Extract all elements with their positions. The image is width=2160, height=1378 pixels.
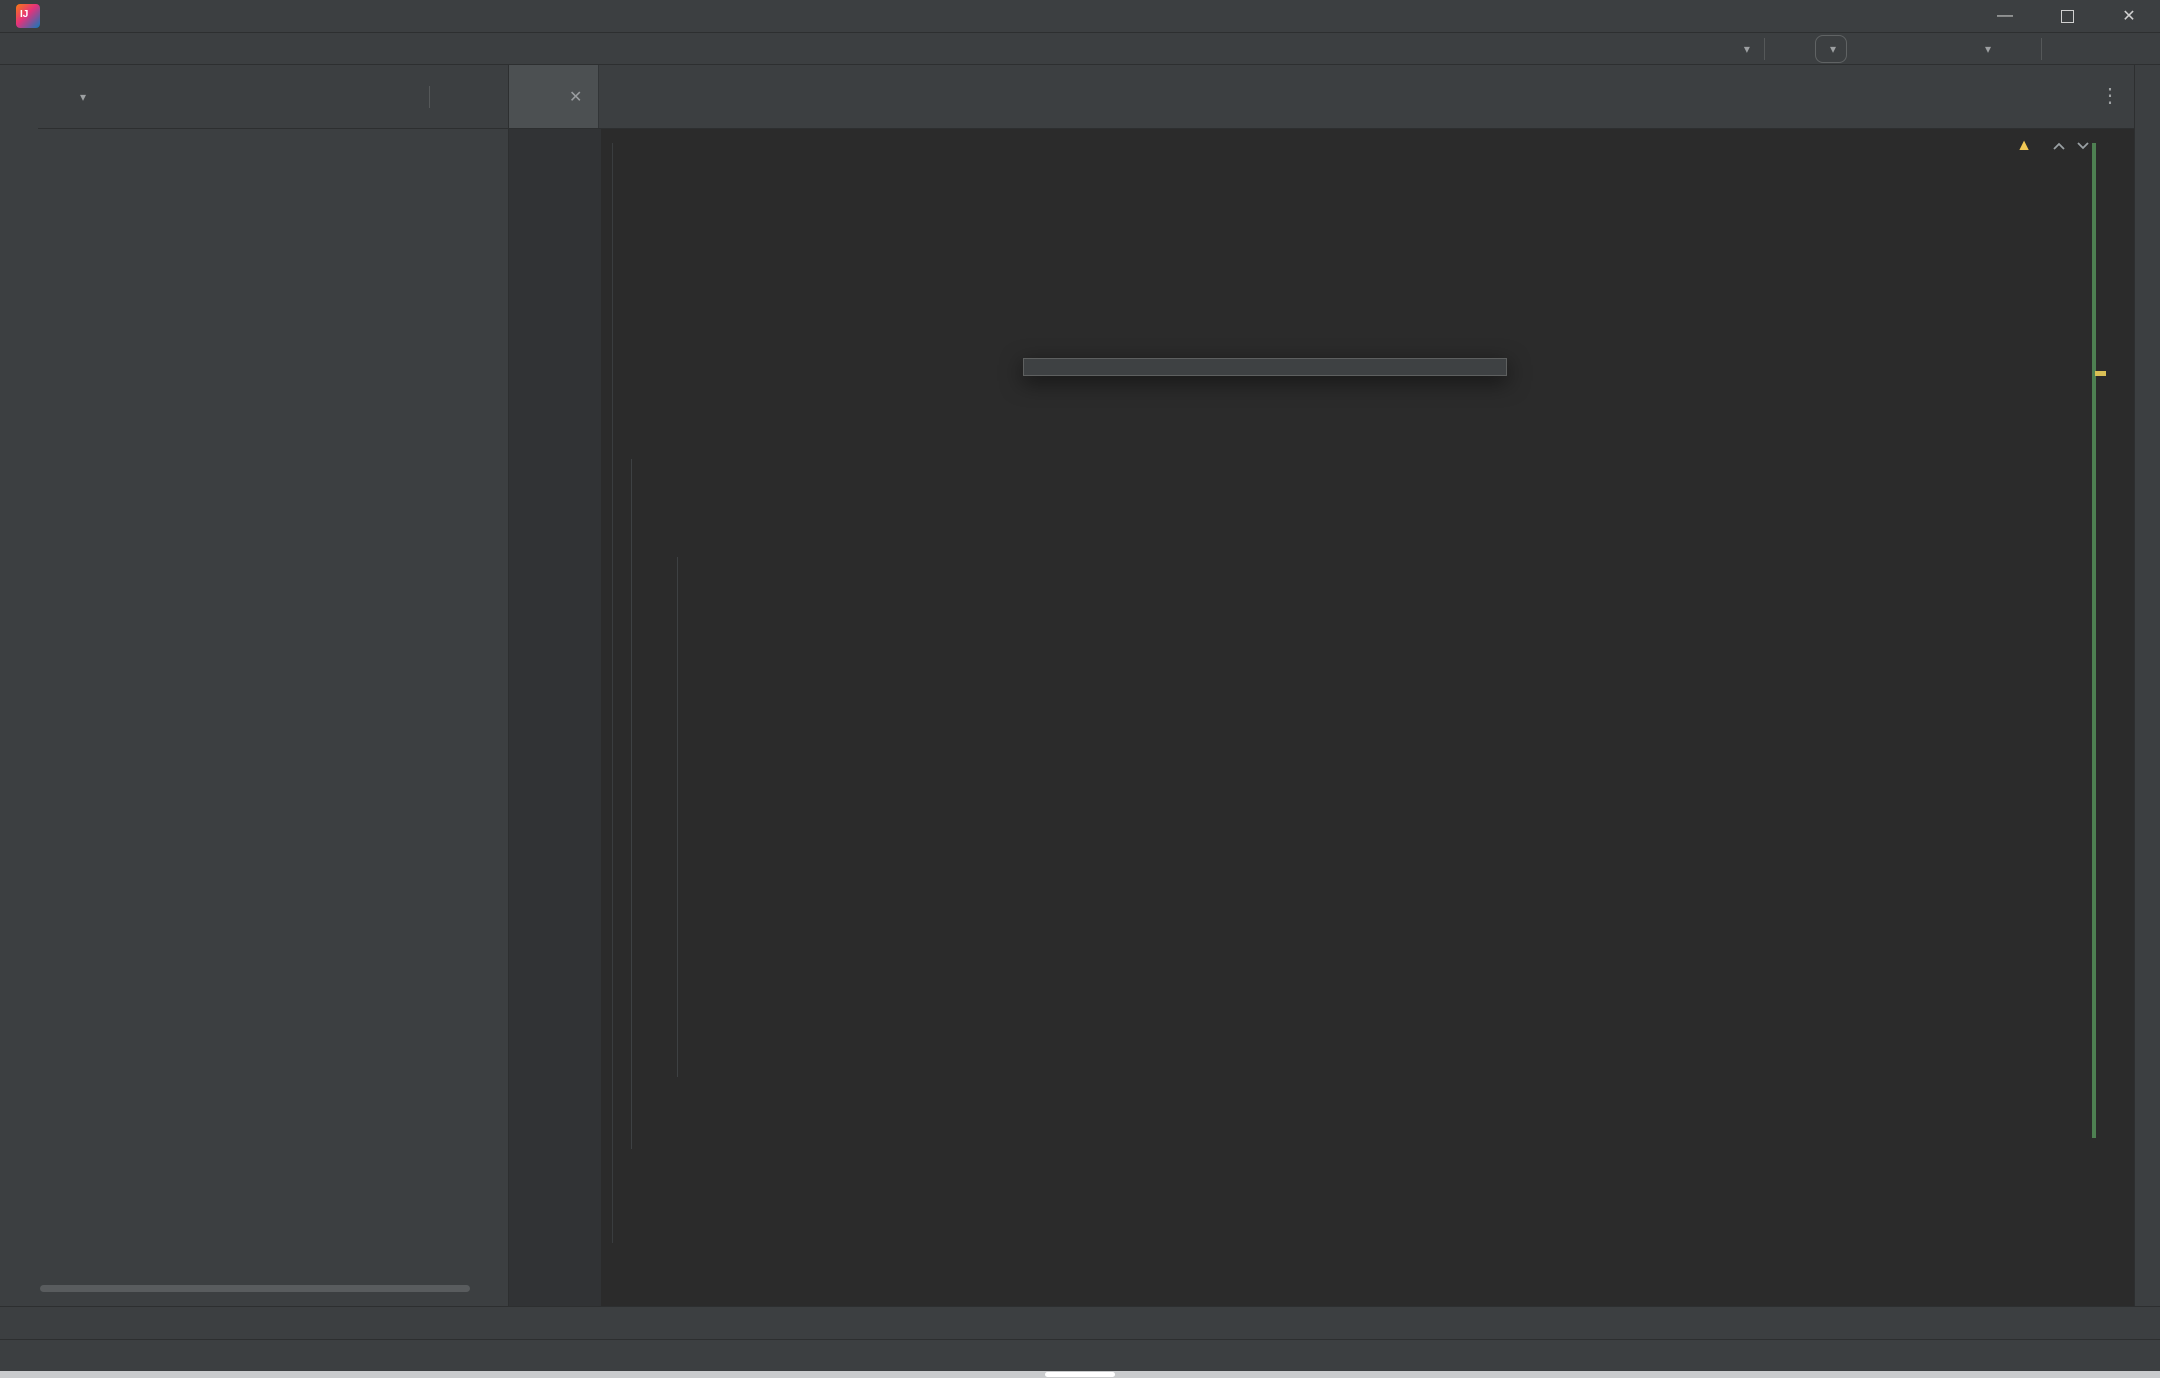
warning-stripe-mark <box>2095 371 2106 376</box>
window-controls: — ✕ <box>1974 0 2160 32</box>
project-panel-title[interactable]: ▾ <box>52 88 86 106</box>
navigation-bar: ▾ ▾ ▾ <box>0 33 2160 65</box>
maximize-button[interactable] <box>2036 0 2098 32</box>
chevron-up-icon[interactable] <box>2052 141 2066 151</box>
intellij-logo-icon <box>16 4 40 28</box>
context-menu <box>1023 358 1507 376</box>
editor-options-icon[interactable]: ⋮ <box>2100 83 2120 108</box>
project-panel-header: ▾ <box>38 65 508 129</box>
vcs-change-stripe <box>2092 143 2096 1138</box>
left-tool-strip <box>0 65 39 1306</box>
ide-window: — ✕ ▾ ▾ ▾ <box>0 0 2160 1378</box>
code-editor[interactable] <box>509 129 2134 1306</box>
coverage-run-button[interactable]: ▾ <box>1969 38 1991 60</box>
run-button[interactable] <box>1861 38 1883 60</box>
locate-file-button[interactable] <box>324 87 343 106</box>
notifications-icon[interactable] <box>2139 75 2157 93</box>
horizontal-scrollbar[interactable] <box>40 1285 470 1292</box>
maven-icon <box>2139 209 2157 227</box>
close-button[interactable]: ✕ <box>2098 0 2160 32</box>
folder-toolwindow-icon[interactable] <box>10 227 28 245</box>
indent-guide-line <box>677 557 678 1077</box>
expand-all-button[interactable] <box>359 87 378 106</box>
project-toolwindow-icon[interactable] <box>10 77 28 95</box>
bottom-tool-bar <box>0 1306 2160 1338</box>
debug-button[interactable] <box>1897 38 1919 60</box>
fold-guide-line <box>612 143 613 1243</box>
project-tree <box>38 129 508 1229</box>
editor-gutter <box>509 129 601 1306</box>
chevron-down-icon[interactable] <box>2076 141 2090 151</box>
chevron-down-icon: ▾ <box>1830 42 1836 56</box>
layout-icon[interactable] <box>10 1347 28 1365</box>
toolbar-separator <box>1764 38 1765 60</box>
more-toolwindows-icon[interactable] <box>10 970 28 988</box>
warning-icon: ▲ <box>2016 137 2032 155</box>
chevron-down-icon: ▾ <box>80 90 86 104</box>
toolbar-separator <box>429 86 430 108</box>
close-tab-icon[interactable]: ✕ <box>569 87 582 107</box>
class-icon <box>525 87 545 107</box>
status-bar <box>0 1339 2160 1371</box>
indent-guide-line <box>631 459 632 1149</box>
title-bar: — ✕ <box>0 0 2160 33</box>
run-toolbar: ▾ ▾ ▾ <box>1728 33 2150 64</box>
editor-tab[interactable]: ✕ <box>509 65 599 128</box>
right-tool-strip <box>2134 65 2160 1306</box>
project-panel: ▾ <box>38 65 509 1306</box>
search-everywhere-button[interactable] <box>2056 38 2078 60</box>
editor-tab-bar: ✕ ⋮ <box>509 65 2134 129</box>
panel-settings-button[interactable] <box>446 87 465 106</box>
taskbar-strip <box>0 1371 2160 1378</box>
minimize-button[interactable]: — <box>1974 0 2036 32</box>
toolbar-separator <box>2041 38 2042 60</box>
profiler-button[interactable] <box>1933 38 1955 60</box>
build-button[interactable] <box>1779 38 1801 60</box>
stop-button[interactable] <box>2005 38 2027 60</box>
main-content: ▾ ✕ ⋮ <box>0 65 2160 1306</box>
collapse-all-button[interactable] <box>394 87 413 106</box>
hide-panel-button[interactable] <box>481 87 500 106</box>
profile-menu-button[interactable]: ▾ <box>1728 38 1750 60</box>
plugin-logo-icon[interactable] <box>2128 38 2150 60</box>
run-configuration-select[interactable]: ▾ <box>1815 35 1847 63</box>
project-icon <box>52 88 70 106</box>
editor-pane: ✕ ⋮ ▲ <box>509 65 2134 1306</box>
settings-button[interactable] <box>2092 38 2114 60</box>
inspection-widget[interactable]: ▲ <box>2016 137 2090 155</box>
taskbar-pill <box>1045 1372 1115 1377</box>
